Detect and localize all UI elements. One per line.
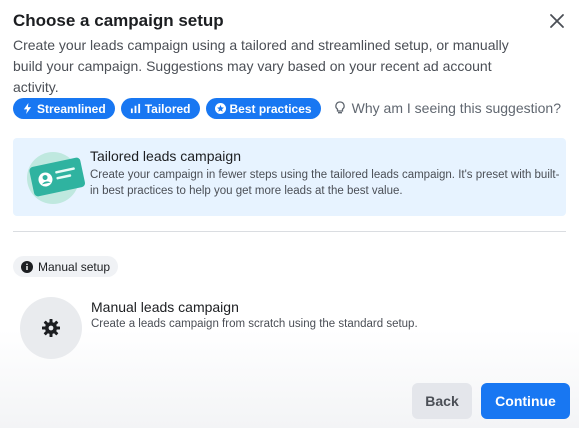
gear-icon: [42, 319, 60, 337]
info-icon: [21, 260, 33, 273]
bar-chart-icon: [130, 103, 140, 114]
pill-label: Streamlined: [37, 101, 106, 116]
pill-streamlined: Streamlined: [13, 98, 115, 119]
manual-campaign-option[interactable]: [20, 297, 82, 359]
tailored-campaign-option[interactable]: Tailored leads campaign Create your camp…: [13, 138, 566, 216]
campaign-setup-dialog: Choose a campaign setup Create your lead…: [0, 0, 579, 428]
close-icon[interactable]: [549, 13, 565, 29]
manual-description: Create a leads campaign from scratch usi…: [91, 318, 418, 330]
manual-title[interactable]: Manual leads campaign: [91, 299, 239, 315]
tailored-description: Create your campaign in fewer steps usin…: [90, 169, 560, 197]
dialog-subtitle: Create your leads campaign using a tailo…: [13, 37, 509, 95]
back-button[interactable]: Back: [412, 383, 472, 419]
section-divider: [13, 231, 566, 232]
pill-label: Tailored: [144, 101, 191, 116]
pill-best-practices: Best practices: [205, 98, 321, 119]
lightning-icon: [23, 103, 32, 114]
manual-setup-badge: Manual setup: [13, 256, 119, 277]
why-suggestion-link[interactable]: Why am I seeing this suggestion?: [334, 100, 561, 116]
pill-tailored: Tailored: [120, 98, 200, 119]
pill-label: Best practices: [229, 101, 312, 116]
lightbulb-icon: [334, 101, 345, 114]
continue-button[interactable]: Continue: [481, 383, 570, 419]
why-label: Why am I seeing this suggestion?: [351, 100, 561, 116]
lead-card-illustration-icon: [27, 152, 86, 204]
star-badge-icon: [214, 103, 226, 114]
tailored-title: Tailored leads campaign: [90, 148, 241, 164]
manual-badge-label: Manual setup: [38, 259, 111, 274]
dialog-title: Choose a campaign setup: [13, 11, 224, 30]
suggestion-pills: Streamlined Tailored Best practices: [13, 98, 321, 119]
